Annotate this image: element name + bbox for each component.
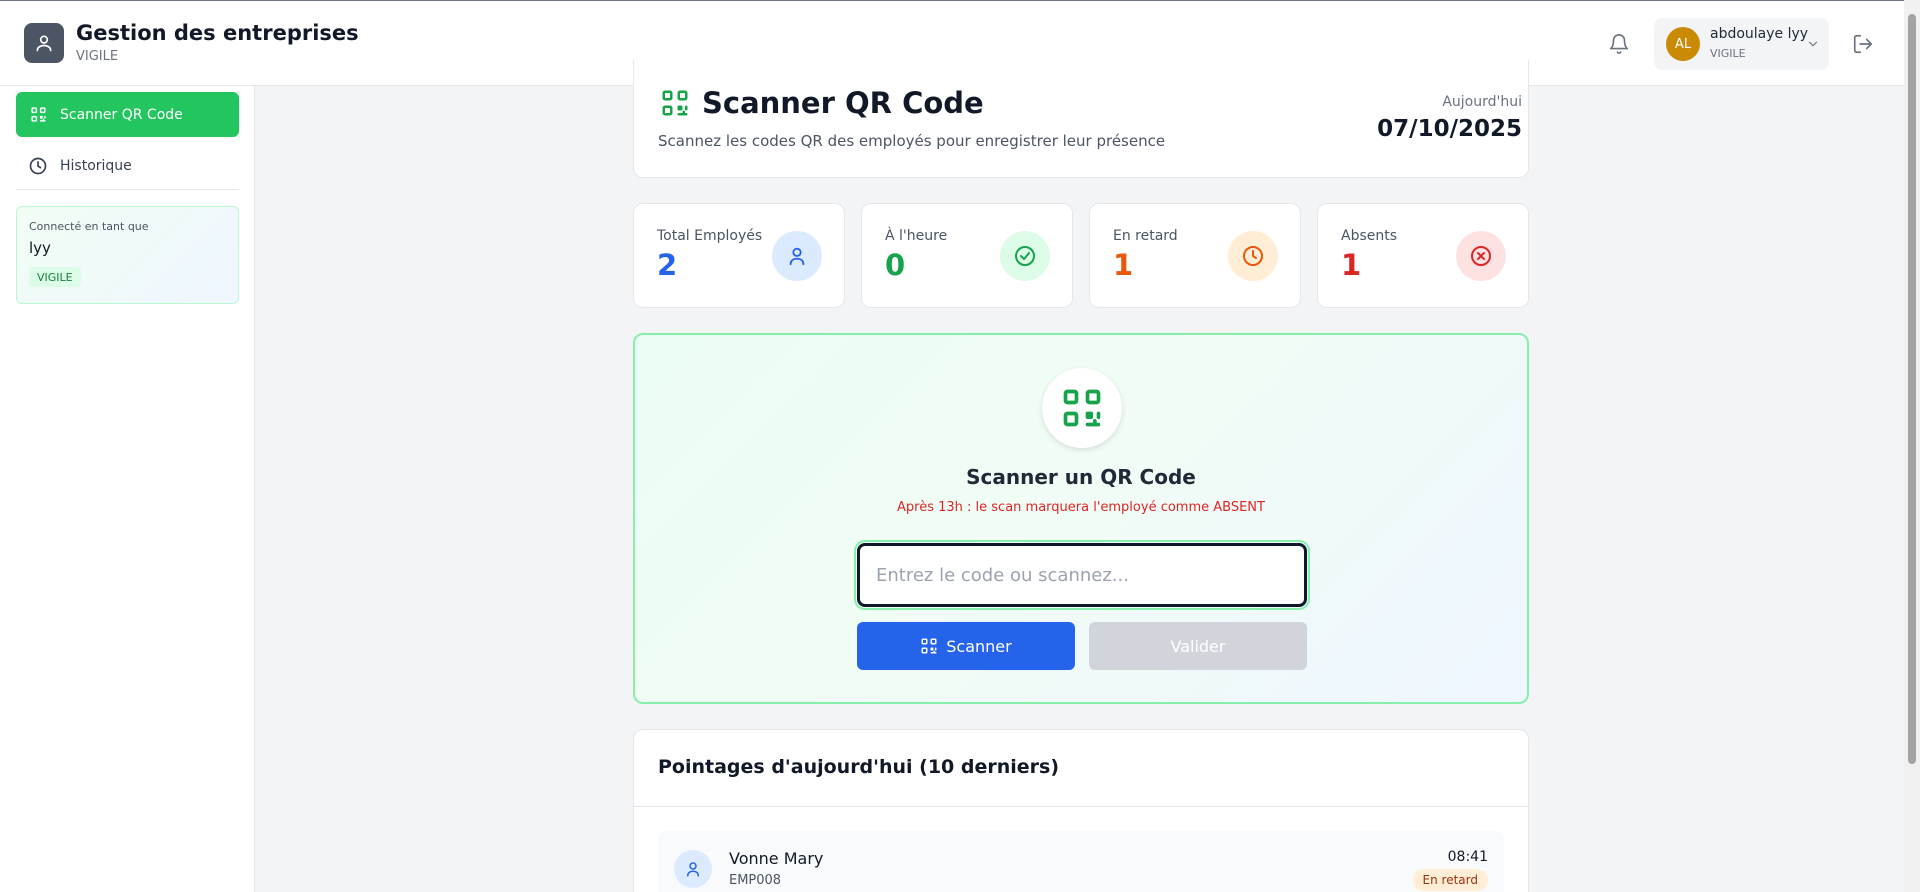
stat-label: Absents bbox=[1341, 228, 1398, 244]
app-title: Gestion des entreprises bbox=[76, 21, 359, 45]
user-name: abdoulaye lyy bbox=[1710, 26, 1809, 42]
scanner-panel: Scanner un QR Code Après 13h : le scan m… bbox=[633, 333, 1529, 704]
connected-name: lyy bbox=[29, 239, 51, 257]
today-label: Aujourd'hui bbox=[1442, 94, 1522, 110]
check-circle-icon bbox=[1000, 231, 1050, 281]
scan-button-label: Scanner bbox=[946, 636, 1012, 656]
pointages-panel: Pointages d'aujourd'hui (10 derniers) Vo… bbox=[633, 729, 1529, 892]
employee-code: EMP008 bbox=[729, 873, 782, 888]
connected-label: Connecté en tant que bbox=[29, 220, 149, 233]
qr-code-icon bbox=[660, 88, 690, 122]
check-in-time: 08:41 bbox=[1447, 849, 1488, 865]
qr-code-input[interactable] bbox=[854, 540, 1310, 610]
connected-user-card: Connecté en tant que lyy VIGILE bbox=[16, 206, 239, 304]
scan-button[interactable]: Scanner bbox=[857, 622, 1075, 670]
page-subtitle: Scannez les codes QR des employés pour e… bbox=[658, 132, 1166, 150]
qr-code-icon bbox=[31, 107, 46, 122]
sidebar-item-label: Scanner QR Code bbox=[60, 106, 183, 123]
x-circle-icon bbox=[1456, 231, 1506, 281]
stat-value: 0 bbox=[885, 248, 906, 282]
scanner-warning: Après 13h : le scan marquera l'employé c… bbox=[897, 500, 1265, 515]
today-date: 07/10/2025 bbox=[1377, 116, 1522, 142]
stat-label: Total Employés bbox=[657, 228, 763, 244]
sidebar-item-scanner[interactable]: Scanner QR Code bbox=[16, 92, 239, 137]
stat-card-on-time: À l'heure 0 bbox=[861, 203, 1073, 308]
stat-value: 2 bbox=[657, 248, 678, 282]
page-title: Scanner QR Code bbox=[702, 86, 984, 120]
user-role: VIGILE bbox=[1710, 47, 1746, 60]
pointages-title: Pointages d'aujourd'hui (10 derniers) bbox=[658, 756, 1060, 778]
stat-card-absent: Absents 1 bbox=[1317, 203, 1529, 308]
sidebar-divider bbox=[16, 189, 239, 190]
stat-card-late: En retard 1 bbox=[1089, 203, 1301, 308]
stat-card-total: Total Employés 2 bbox=[633, 203, 845, 308]
qr-code-icon bbox=[1042, 368, 1122, 448]
stat-label: À l'heure bbox=[885, 228, 948, 244]
user-menu-button[interactable]: AL abdoulaye lyy VIGILE bbox=[1654, 18, 1829, 70]
notification-bell-icon[interactable] bbox=[1608, 33, 1630, 55]
scanner-title: Scanner un QR Code bbox=[966, 465, 1196, 489]
user-icon bbox=[772, 231, 822, 281]
sidebar-item-label: Historique bbox=[60, 158, 132, 174]
app-logo-user-icon bbox=[24, 23, 64, 63]
page-scrollbar[interactable] bbox=[1904, 0, 1920, 892]
sidebar-item-historique[interactable]: Historique bbox=[16, 146, 239, 186]
clock-icon bbox=[1228, 231, 1278, 281]
role-badge: VIGILE bbox=[29, 267, 81, 287]
user-icon bbox=[674, 850, 712, 888]
employee-name: Vonne Mary bbox=[729, 849, 824, 868]
list-item[interactable]: Vonne Mary EMP008 08:41 En retard bbox=[658, 831, 1504, 892]
logout-icon[interactable] bbox=[1852, 33, 1874, 55]
sidebar: Scanner QR Code Historique Connecté en t… bbox=[0, 86, 255, 892]
clock-icon bbox=[29, 157, 47, 175]
stat-value: 1 bbox=[1113, 248, 1134, 282]
app-subtitle: VIGILE bbox=[76, 49, 119, 64]
chevron-down-icon bbox=[1806, 36, 1820, 50]
qr-code-icon bbox=[921, 638, 937, 654]
divider bbox=[634, 806, 1528, 807]
validate-button[interactable]: Valider bbox=[1089, 622, 1307, 670]
avatar: AL bbox=[1666, 27, 1700, 61]
scrollbar-thumb[interactable] bbox=[1908, 14, 1916, 764]
page-header-card: Scanner QR Code Scannez les codes QR des… bbox=[633, 60, 1529, 178]
status-badge: En retard bbox=[1412, 869, 1488, 891]
stat-label: En retard bbox=[1113, 228, 1178, 244]
stat-value: 1 bbox=[1341, 248, 1362, 282]
